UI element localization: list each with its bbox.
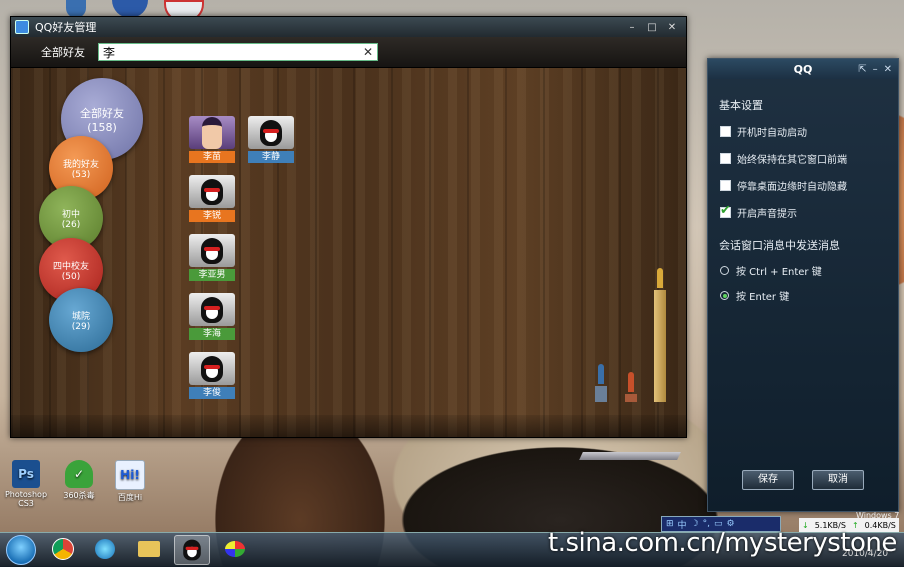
- group-name: 全部好友: [80, 106, 124, 120]
- media-player-taskbar-icon[interactable]: [88, 535, 122, 563]
- start-button[interactable]: [6, 535, 36, 565]
- penguin-avatar-icon: [189, 352, 235, 385]
- friend-tile[interactable]: 李海: [189, 293, 235, 340]
- group-name: 城院: [71, 311, 90, 322]
- friend-name: 李静: [248, 151, 294, 163]
- friend-name: 李苗: [189, 151, 235, 163]
- folder-taskbar-icon[interactable]: [132, 535, 166, 563]
- minimize-icon[interactable]: –: [873, 64, 878, 75]
- figure-blue-icon: [598, 364, 604, 384]
- penguin-avatar-icon: [189, 175, 235, 208]
- title-bar: QQ好友管理 – □ ✕: [11, 17, 686, 37]
- friend-name: 李俊: [189, 387, 235, 399]
- group-name: 我的好友: [62, 159, 99, 170]
- checkbox-sound[interactable]: [720, 203, 731, 218]
- section-basic-settings: 基本设置: [719, 99, 763, 112]
- baidu-hi-icon: Hi!: [115, 460, 145, 490]
- settings-title: QQ: [793, 62, 813, 76]
- icon-label: 360杀毒: [63, 491, 95, 500]
- radio-ctrl-enter[interactable]: [720, 266, 729, 275]
- penguin-avatar-icon: [189, 234, 235, 267]
- friend-tile[interactable]: 李苗: [189, 116, 235, 163]
- option-label: 始终保持在其它窗口前端: [737, 155, 847, 166]
- minimize-icon[interactable]: –: [624, 22, 640, 33]
- radio-label: 按 Ctrl + Enter 键: [736, 267, 822, 278]
- option-auto-start[interactable]: 开机时自动启动: [720, 124, 807, 139]
- checkbox-auto-hide[interactable]: [720, 180, 731, 191]
- group-count: (29): [71, 321, 91, 332]
- option-auto-hide[interactable]: 停靠桌面边缘时自动隐藏: [720, 178, 847, 193]
- friend-name: 李锐: [189, 210, 235, 222]
- friend-manager-window: QQ好友管理 – □ ✕ 全部好友 李 ✕ 全部好友 (158) 我的好友 (5…: [10, 16, 687, 460]
- watermark-text: t.sina.com.cn/mysterystone: [548, 528, 897, 558]
- podium-pillar-blue: [595, 386, 607, 402]
- section-send-message: 会话窗口消息中发送消息: [719, 239, 840, 252]
- option-label: 停靠桌面边缘时自动隐藏: [737, 182, 847, 193]
- friend-name: 李海: [189, 328, 235, 340]
- group-name: 四中校友: [52, 261, 89, 272]
- checkbox-auto-start[interactable]: [720, 126, 731, 137]
- desktop-icon-360-antivirus[interactable]: ✓ 360杀毒: [55, 460, 103, 501]
- window-title: QQ好友管理: [35, 21, 97, 34]
- penguin-avatar-icon: [189, 293, 235, 326]
- photoshop-icon: Ps: [12, 460, 40, 488]
- group-count: (50): [61, 271, 81, 282]
- all-friends-filter[interactable]: 全部好友: [41, 44, 96, 60]
- option-always-on-top[interactable]: 始终保持在其它窗口前端: [720, 151, 847, 166]
- group-bubble-college[interactable]: 城院 (29): [49, 288, 113, 352]
- friend-tile[interactable]: 李亚男: [189, 234, 235, 281]
- clear-search-icon[interactable]: ✕: [363, 45, 373, 59]
- friend-tile[interactable]: 李俊: [189, 352, 235, 399]
- radio-label: 按 Enter 键: [736, 292, 790, 303]
- desktop-icon-baidu-hi[interactable]: Hi! 百度Hi: [106, 460, 154, 503]
- friend-tile[interactable]: 李锐: [189, 175, 235, 222]
- chrome-taskbar-icon[interactable]: [46, 535, 80, 563]
- desktop-icon-photoshop[interactable]: Ps Photoshop CS3: [2, 460, 50, 508]
- group-count: (53): [71, 169, 91, 180]
- qq-settings-window: QQ ⇱ – ✕ 基本设置 开机时自动启动 始终保持在其它窗口前端 停靠桌面边缘…: [707, 58, 899, 512]
- paint-taskbar-icon[interactable]: [218, 535, 252, 563]
- shield-icon: ✓: [65, 460, 93, 488]
- group-name: 初中: [61, 209, 80, 220]
- close-icon[interactable]: ✕: [884, 64, 892, 75]
- option-label: 开机时自动启动: [737, 128, 807, 139]
- group-count: (26): [61, 219, 81, 230]
- podium-base: [579, 452, 681, 460]
- maximize-icon[interactable]: □: [644, 22, 660, 33]
- icon-label: Photoshop CS3: [4, 490, 48, 508]
- close-icon[interactable]: ✕: [664, 22, 680, 33]
- save-button[interactable]: 保存: [742, 470, 794, 490]
- podium-pillar-red: [625, 394, 637, 402]
- qq-app-icon: [15, 20, 29, 34]
- restore-icon[interactable]: ⇱: [858, 64, 866, 75]
- search-query: 李: [103, 45, 116, 60]
- toolbar: 全部好友 李 ✕: [11, 37, 686, 68]
- checkbox-always-on-top[interactable]: [720, 153, 731, 164]
- search-input[interactable]: 李 ✕: [98, 43, 378, 61]
- friend-tile[interactable]: 李静: [248, 116, 294, 163]
- option-sound[interactable]: 开启声音提示: [720, 203, 797, 220]
- radio-enter[interactable]: [720, 291, 729, 300]
- icon-label: 百度Hi: [117, 493, 143, 502]
- qq-taskbar-icon[interactable]: [174, 535, 210, 565]
- settings-title-bar: QQ ⇱ – ✕: [708, 59, 898, 79]
- figure-red-icon: [628, 372, 634, 392]
- radio-option-enter[interactable]: 按 Enter 键: [720, 288, 789, 303]
- radio-option-ctrl-enter[interactable]: 按 Ctrl + Enter 键: [720, 263, 822, 278]
- podium-pillar-gold: [654, 290, 666, 402]
- girl-avatar-icon: [189, 116, 235, 149]
- option-label: 开启声音提示: [737, 209, 797, 220]
- wood-background-panel: 全部好友 (158) 我的好友 (53) 初中 (26) 四中校友 (50) 城…: [11, 68, 686, 460]
- figure-gold-icon: [657, 268, 663, 288]
- friend-name: 李亚男: [189, 269, 235, 281]
- group-count: (158): [87, 120, 117, 134]
- cancel-button[interactable]: 取消: [812, 470, 864, 490]
- penguin-avatar-icon: [248, 116, 294, 149]
